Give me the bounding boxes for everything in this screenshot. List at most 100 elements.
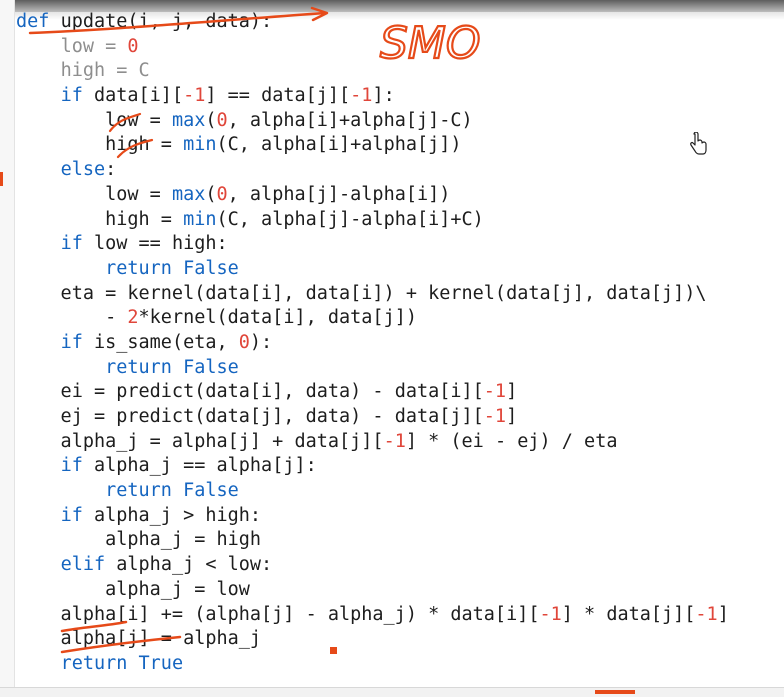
code-text: ]: — [372, 85, 395, 107]
code-text: - — [16, 307, 128, 329]
code-line: return False — [16, 257, 729, 282]
code-keyword: if — [60, 504, 94, 526]
code-line: alpha[i] += (alpha[j] - alpha_j) * data[… — [16, 603, 729, 628]
code-text: alpha_j > high: — [93, 504, 262, 526]
code-number: -1 — [483, 381, 507, 403]
code-line: low = max(0, alpha[j]-alpha[i]) — [16, 183, 729, 208]
code-line: high = min(C, alpha[j]-alpha[i]+C) — [16, 208, 729, 233]
code-number: 0 — [238, 331, 250, 353]
code-line: low = max(0, alpha[i]+alpha[j]-C) — [16, 109, 729, 134]
code-line: if alpha_j == alpha[j]: — [16, 454, 729, 479]
code-text: (C, alpha[i]+alpha[j]) — [216, 134, 462, 156]
code-line: if alpha_j > high: — [16, 504, 729, 529]
code-text: (C, alpha[j]-alpha[i]+C) — [216, 208, 484, 230]
code-line: alpha_j = alpha[j] + data[j][-1] * (ei -… — [16, 430, 729, 455]
code-keyword: return False — [105, 480, 239, 502]
code-keyword: if — [60, 331, 94, 353]
code-keyword: max — [171, 183, 206, 205]
code-keyword: if — [60, 85, 94, 107]
code-text: ( — [205, 109, 217, 131]
code-line: if low == high: — [16, 232, 729, 257]
code-text: : — [105, 159, 117, 181]
code-number: 0 — [127, 35, 139, 57]
code-text: alpha_j == alpha[j]: — [93, 455, 317, 477]
code-text: , alpha[j]-alpha[i]) — [227, 183, 451, 205]
code-keyword: return False — [105, 356, 239, 378]
code-text: ( — [205, 183, 217, 205]
editor-gutter — [0, 0, 15, 697]
code-text: high = C — [60, 60, 150, 82]
code-line: elif alpha_j < low: — [16, 553, 729, 578]
code-text: alpha[i] += (alpha[j] - alpha_j) * data[… — [16, 603, 540, 625]
code-line: return False — [16, 479, 729, 504]
code-text: high = — [16, 134, 184, 156]
code-line: if is_same(eta, 0): — [16, 331, 729, 356]
code-text: alpha_j = high — [16, 529, 262, 551]
code-text: high = — [16, 208, 184, 230]
code-text: alpha_j = alpha[j] + data[j][ — [16, 430, 384, 452]
code-number: 0 — [216, 183, 228, 205]
code-text: ] — [506, 381, 518, 403]
code-line: def update(i, j, data): — [16, 10, 729, 35]
code-text: ej = predict(data[j], data) - data[j][ — [16, 406, 484, 427]
code-text: is_same(eta, — [93, 331, 239, 353]
code-number: -1 — [483, 406, 507, 427]
code-text: low == high: — [93, 233, 228, 255]
code-keyword: def — [16, 11, 61, 32]
code-text: , alpha[i]+alpha[j]-C) — [227, 109, 473, 131]
bottom-status-strip — [0, 687, 784, 697]
code-text: ] — [717, 603, 729, 625]
code-line: - 2*kernel(data[i], data[j]) — [16, 306, 729, 331]
code-keyword: min — [183, 208, 217, 230]
code-line: else: — [16, 158, 729, 183]
code-line: return False — [16, 356, 729, 381]
code-line: return True — [16, 652, 729, 677]
code-number: -1 — [183, 85, 206, 107]
code-number: 0 — [216, 109, 228, 131]
code-line: ej = predict(data[j], data) - data[j][-1… — [16, 405, 729, 430]
code-number: -1 — [350, 85, 373, 107]
code-text: low = — [16, 183, 172, 205]
code-keyword: return False — [105, 257, 239, 279]
code-editor[interactable]: def update(i, j, data): low = 0 high = C… — [16, 10, 729, 677]
code-line: high = min(C, alpha[i]+alpha[j]) — [16, 133, 729, 158]
code-text: data[i][ — [93, 85, 184, 107]
code-text: *kernel(data[i], data[j]) — [138, 307, 417, 329]
code-text: ): — [249, 331, 273, 353]
code-line: alpha_j = high — [16, 528, 729, 553]
code-text: ] * (ei - ej) / eta — [405, 430, 618, 452]
screenshot-stage: { "editor": { "accent_colors": { "keywor… — [0, 0, 784, 697]
code-text: update(i, j, data): — [60, 11, 273, 32]
code-text: eta = kernel(data[i], data[i]) + kernel(… — [16, 282, 707, 304]
code-keyword: max — [171, 109, 206, 131]
code-keyword: min — [183, 134, 217, 156]
hand-pointer-icon — [690, 132, 707, 155]
code-number: -1 — [383, 430, 406, 452]
code-keyword: elif — [60, 554, 117, 576]
code-text: ei = predict(data[i], data) - data[i][ — [16, 381, 484, 403]
code-keyword: return True — [60, 652, 184, 674]
code-text: ] == data[j][ — [205, 85, 351, 107]
code-line: eta = kernel(data[i], data[i]) + kernel(… — [16, 282, 729, 307]
code-text: alpha[j] = alpha_j — [16, 628, 262, 650]
code-text: alpha_j < low: — [116, 554, 273, 576]
code-number: -1 — [539, 603, 562, 625]
code-number: 2 — [127, 307, 139, 329]
code-number: -1 — [695, 603, 718, 625]
breakpoint-marker — [0, 172, 3, 186]
code-line: ei = predict(data[i], data) - data[i][-1… — [16, 380, 729, 405]
code-keyword: if — [60, 455, 94, 477]
code-keyword: else — [60, 159, 106, 181]
